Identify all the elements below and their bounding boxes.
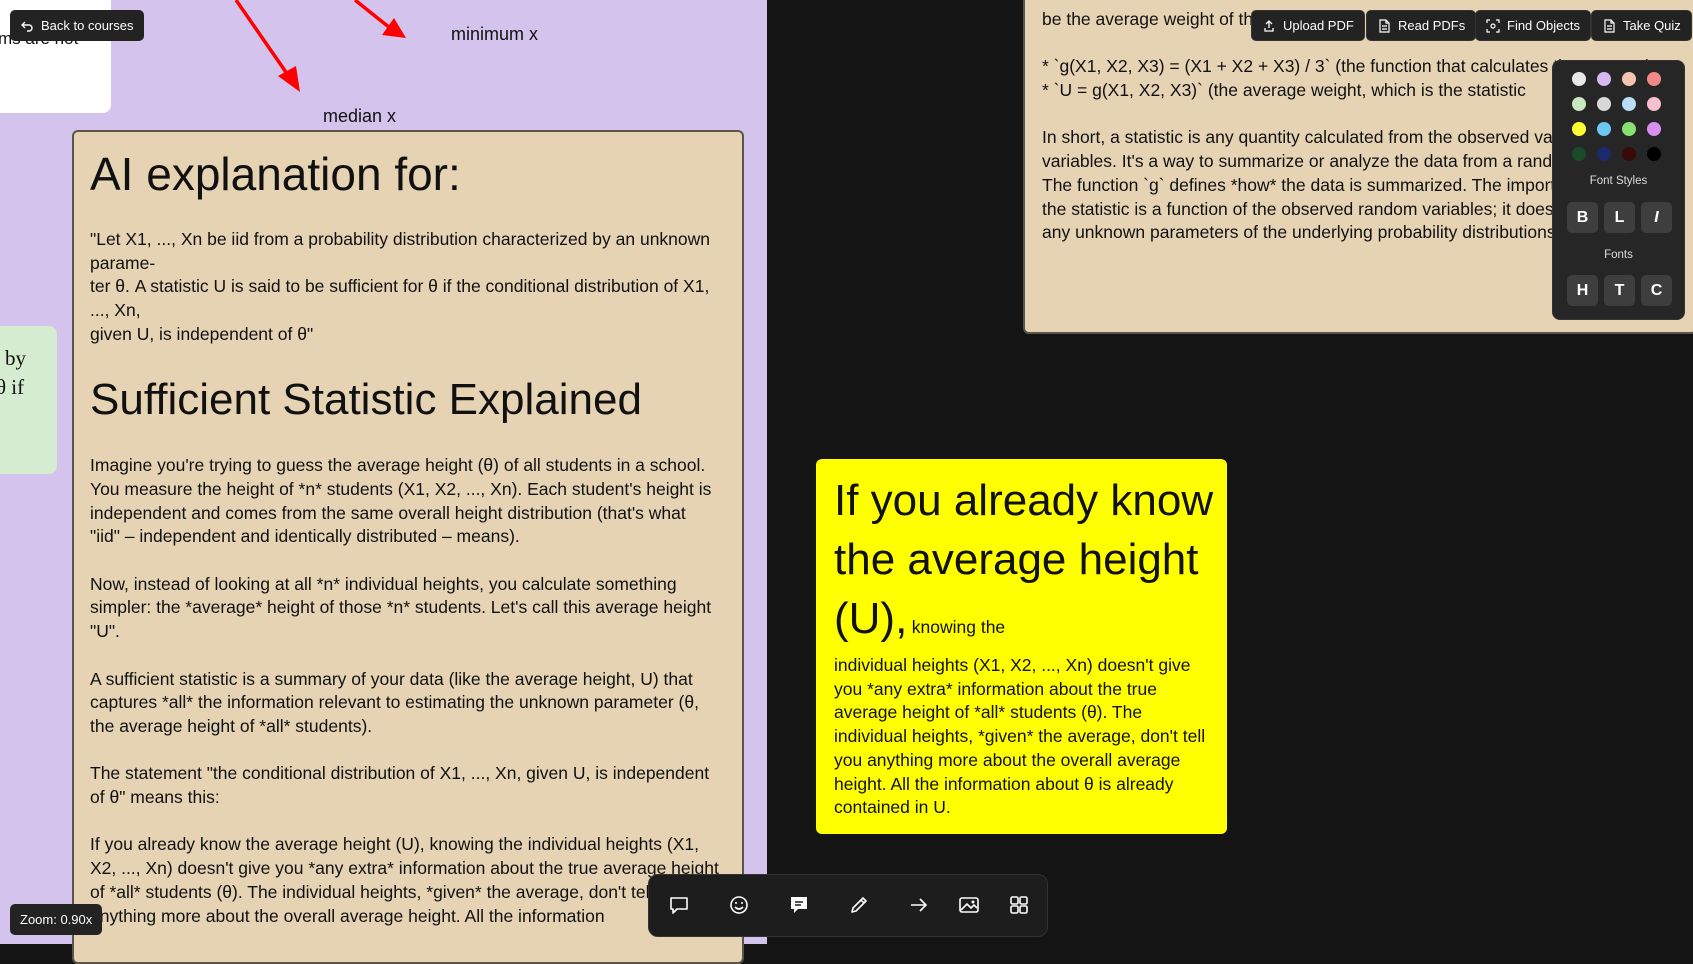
upload-pdf-button[interactable]: Upload PDF (1251, 10, 1365, 41)
take-quiz-label: Take Quiz (1623, 18, 1681, 33)
bottom-toolbar (648, 874, 1048, 937)
fonts-label: Fonts (1604, 249, 1633, 261)
arrow-to-minimum (353, 0, 406, 38)
median-label: median x (323, 106, 397, 126)
arrow-tool-button[interactable] (903, 889, 935, 921)
ai-card-paragraph: Now, instead of looking at all *n* indiv… (90, 573, 712, 642)
color-swatch[interactable] (1647, 97, 1661, 111)
scan-icon (1486, 18, 1500, 33)
find-objects-label: Find Objects (1507, 18, 1580, 33)
note-body-text: individual heights (X1, X2, ..., Xn) doe… (834, 655, 1206, 818)
light-button[interactable]: L (1604, 202, 1635, 233)
color-swatch[interactable] (1572, 122, 1586, 136)
grid-tool-button[interactable] (1003, 889, 1035, 921)
note-inline-text: knowing the (911, 617, 1006, 637)
font-c-button[interactable]: C (1641, 275, 1672, 306)
document-icon (1379, 18, 1390, 33)
ai-card-quote: "Let X1, ..., Xn be iid from a probabili… (90, 229, 711, 344)
color-swatch[interactable] (1647, 147, 1661, 161)
emoji-icon (730, 896, 748, 914)
color-swatch[interactable] (1572, 97, 1586, 111)
color-swatch[interactable] (1622, 122, 1636, 136)
ai-card-paragraph: If you already know the average height (… (90, 834, 719, 926)
emoji-tool-button[interactable] (723, 889, 755, 921)
note-large-text: If you already know the average height (… (834, 476, 1214, 643)
upload-pdf-label: Upload PDF (1283, 18, 1354, 33)
color-swatch[interactable] (1597, 147, 1611, 161)
color-swatch[interactable] (1647, 72, 1661, 86)
pen-tool-button[interactable] (843, 889, 875, 921)
green-note-text-2: θ if (0, 375, 25, 399)
color-swatch[interactable] (1622, 97, 1636, 111)
style-panel: Font Styles B L I Fonts H T C (1552, 60, 1685, 320)
font-h-button[interactable]: H (1567, 275, 1598, 306)
color-swatch[interactable] (1597, 72, 1611, 86)
color-swatch[interactable] (1572, 72, 1586, 86)
comment-icon (670, 897, 688, 914)
note-icon (791, 897, 807, 913)
minimum-label: minimum x (451, 24, 539, 44)
ai-card-heading: AI explanation for: (90, 148, 461, 200)
ai-explanation-card[interactable]: AI explanation for: "Let X1, ..., Xn be … (72, 130, 744, 964)
find-objects-button[interactable]: Find Objects (1475, 10, 1591, 41)
color-swatch[interactable] (1622, 147, 1636, 161)
quiz-document-icon (1604, 18, 1615, 33)
arrow-to-median (234, 0, 300, 92)
image-icon (959, 897, 979, 913)
color-swatch[interactable] (1597, 97, 1611, 111)
arrow-icon (911, 898, 928, 912)
upload-icon (1264, 19, 1274, 32)
color-swatch[interactable] (1572, 147, 1586, 161)
ai-card-paragraph: Imagine you're trying to guess the avera… (90, 455, 712, 547)
comment-tool-button[interactable] (663, 889, 695, 921)
ai-card-paragraph: A sufficient statistic is a summary of y… (90, 668, 699, 736)
font-t-button[interactable]: T (1604, 275, 1635, 306)
bold-button[interactable]: B (1567, 202, 1598, 233)
note-tool-button[interactable] (783, 889, 815, 921)
pen-icon (851, 897, 867, 913)
image-tool-button[interactable] (953, 889, 985, 921)
back-button-label: Back to courses (41, 18, 134, 33)
ai-card-paragraph: The statement "the conditional distribut… (90, 763, 710, 807)
partial-green-note[interactable]: by θ if (0, 326, 57, 474)
green-note-text-1: by (5, 346, 26, 370)
yellow-sticky-note[interactable]: If you already know the average height (… (816, 459, 1227, 834)
color-swatch[interactable] (1647, 122, 1661, 136)
color-swatch[interactable] (1622, 72, 1636, 86)
ai-card-subheading: Sufficient Statistic Explained (90, 375, 642, 425)
italic-button[interactable]: I (1641, 202, 1672, 233)
back-arrow-icon (21, 21, 33, 32)
color-swatch[interactable] (1597, 122, 1611, 136)
read-pdfs-label: Read PDFs (1398, 18, 1466, 33)
zoom-indicator: Zoom: 0.90x (10, 904, 103, 935)
take-quiz-button[interactable]: Take Quiz (1591, 10, 1692, 41)
font-styles-label: Font Styles (1589, 175, 1648, 187)
grid-icon (1010, 896, 1028, 914)
read-pdfs-button[interactable]: Read PDFs (1366, 10, 1477, 41)
back-to-courses-button[interactable]: Back to courses (10, 10, 144, 41)
